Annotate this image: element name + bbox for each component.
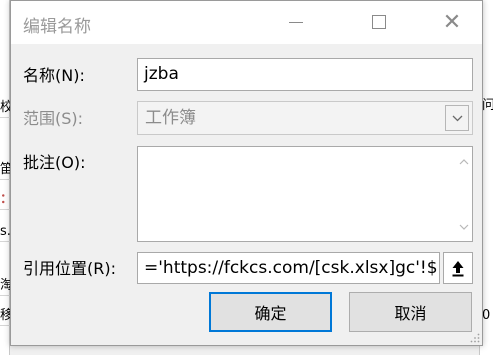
background-cell: 淘 (0, 276, 10, 296)
dialog-title: 编辑名称 (23, 17, 91, 37)
name-input[interactable]: jzba (137, 58, 473, 91)
edit-name-dialog: 编辑名称 ✕ 名称(N): jzba 范围(S): 工作簿 批注(O): 引用位… (10, 0, 483, 346)
ref-label: 引用位置(R): (23, 259, 116, 278)
minimize-icon (289, 21, 303, 23)
scroll-up-button[interactable] (455, 153, 472, 170)
chevron-up-icon (459, 158, 468, 164)
background-cell: 移 (0, 306, 10, 326)
maximize-button[interactable] (364, 7, 394, 37)
chevron-down-icon (452, 115, 462, 121)
close-button[interactable]: ✕ (437, 7, 467, 37)
background-cell: 校 (0, 98, 10, 118)
screen: 校 笛 ： s. 淘 移 问 0 编辑名称 ✕ 名称(N): jzba 范围(S… (0, 0, 493, 355)
collapse-dialog-icon (452, 261, 464, 277)
maximize-icon (372, 15, 386, 29)
ref-input[interactable]: ='https://fckcs.com/[csk.xlsx]gc'!$I (137, 252, 440, 284)
background-cell: s. (0, 222, 10, 242)
background-spreadsheet-left: 校 笛 ： s. 淘 移 (0, 0, 10, 355)
background-cell: 笛 (0, 160, 10, 180)
scope-select[interactable]: 工作簿 (137, 101, 473, 135)
background-cell: 问 (482, 98, 493, 113)
collapse-dialog-button[interactable] (443, 252, 473, 284)
scroll-down-button[interactable] (455, 218, 472, 235)
comment-label: 批注(O): (23, 153, 86, 172)
name-label: 名称(N): (23, 66, 85, 85)
comment-textarea[interactable] (137, 146, 473, 242)
close-icon: ✕ (442, 9, 462, 35)
ok-button[interactable]: 确定 (209, 292, 332, 332)
resize-grip-icon[interactable] (470, 333, 480, 343)
minimize-button[interactable] (281, 7, 311, 37)
chevron-down-icon (459, 224, 468, 230)
scope-label: 范围(S): (23, 109, 84, 128)
comment-scrollbar[interactable] (455, 147, 472, 241)
background-cell: 0 (482, 308, 491, 323)
background-cell: ： (0, 190, 10, 210)
cancel-button[interactable]: 取消 (349, 292, 472, 332)
scope-dropdown-button[interactable] (445, 105, 469, 131)
title-bar[interactable]: 编辑名称 ✕ (11, 1, 482, 44)
scope-selected-value: 工作簿 (145, 108, 196, 128)
